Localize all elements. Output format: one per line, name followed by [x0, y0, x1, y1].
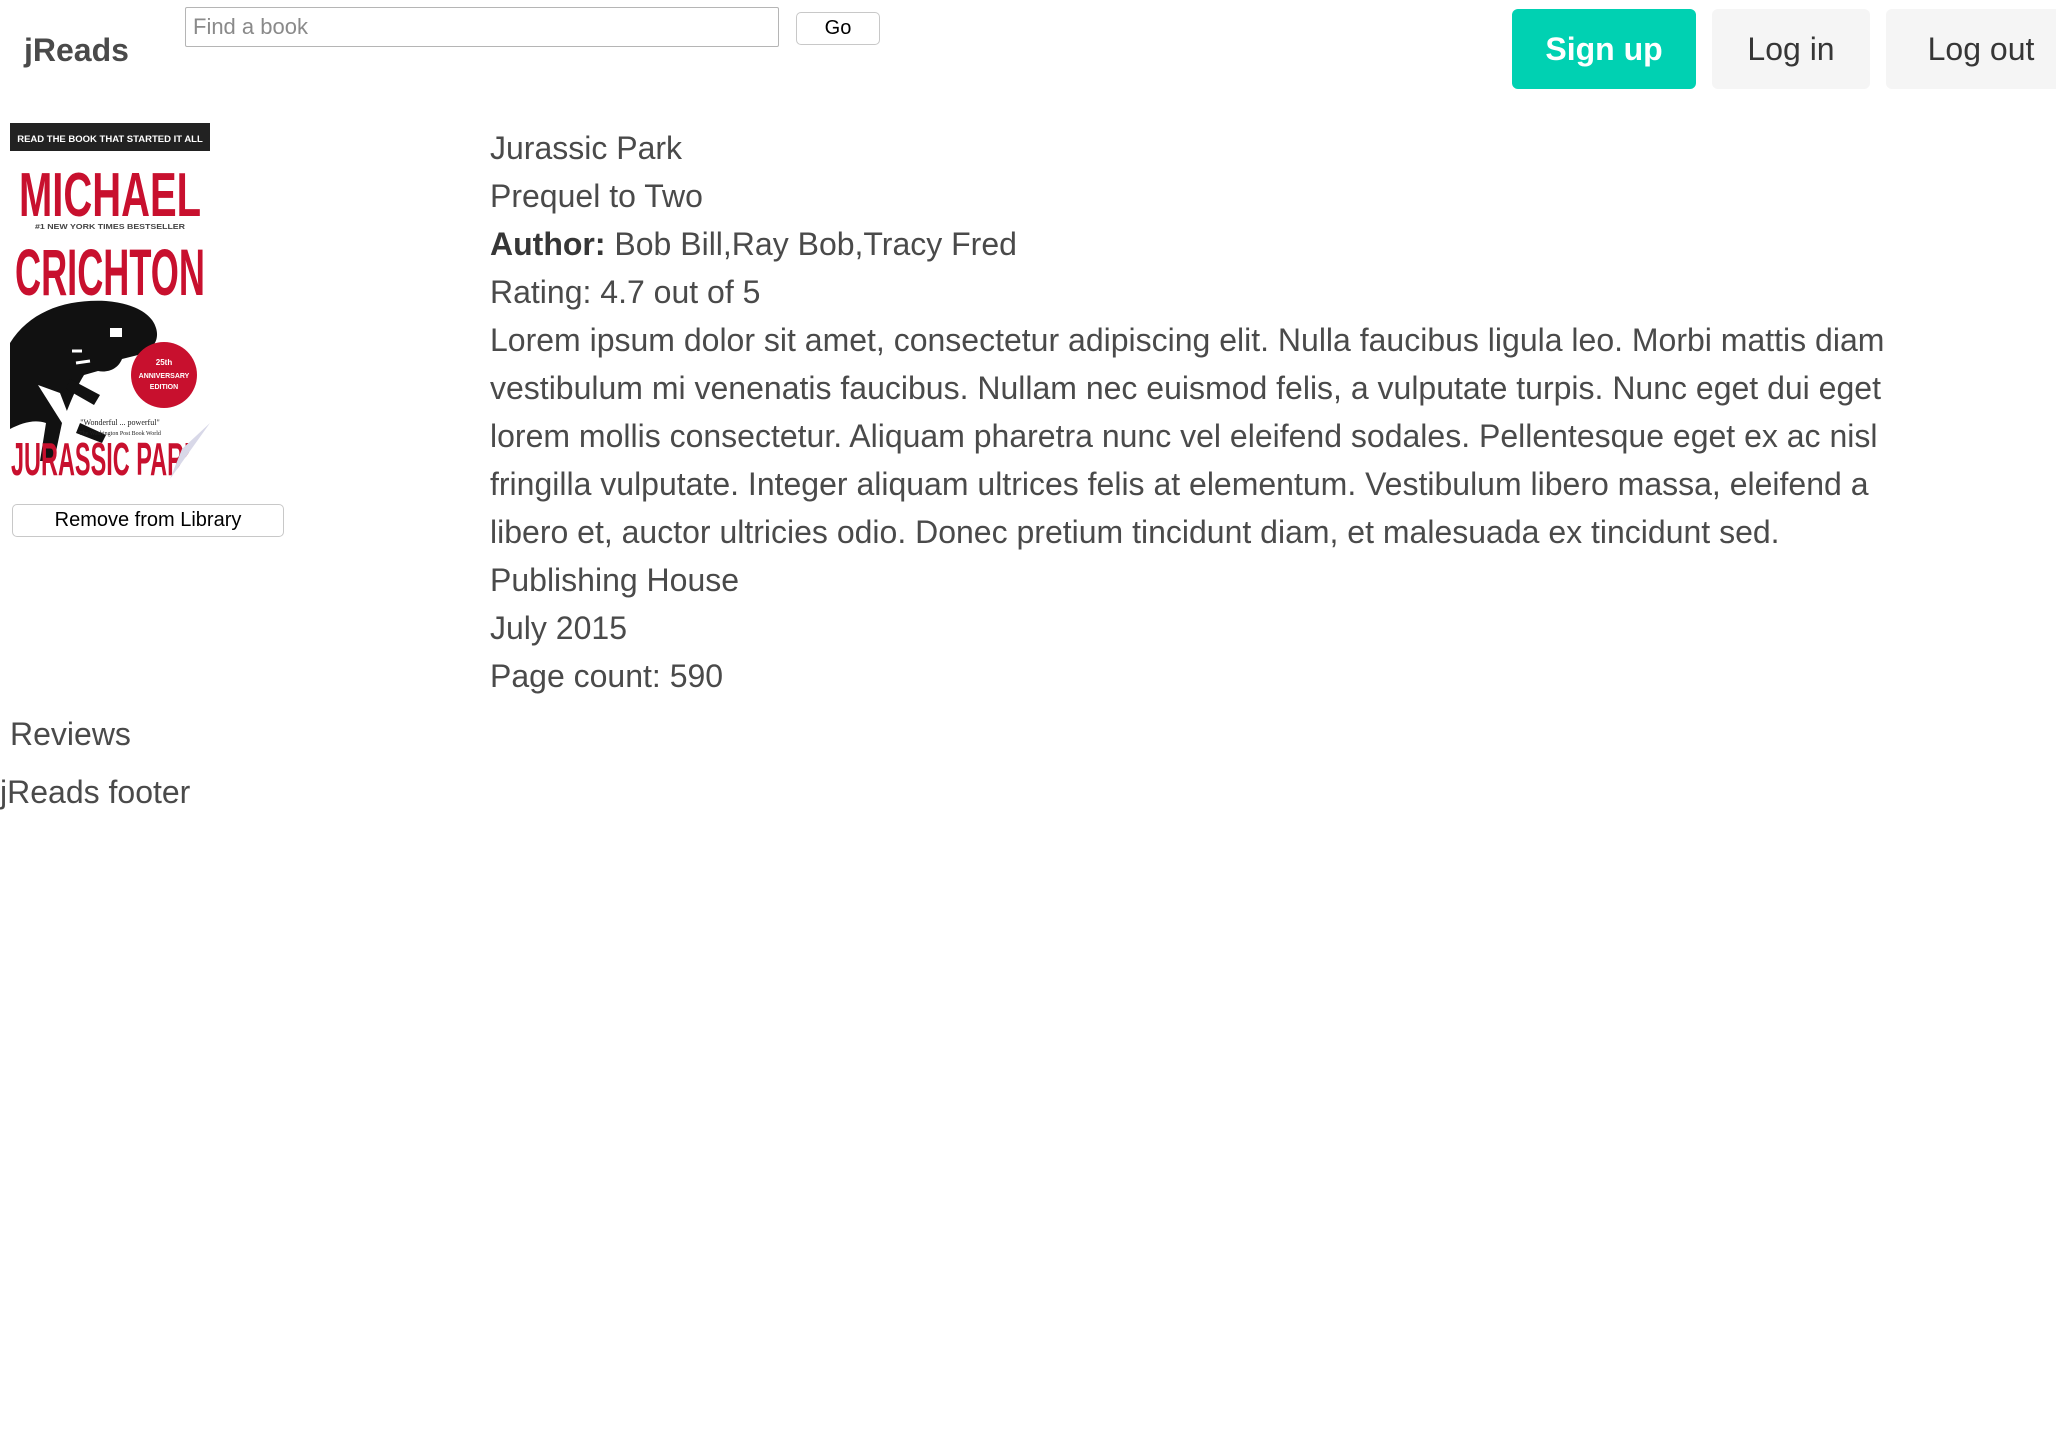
author-names: Bob Bill,Ray Bob,Tracy Fred [605, 226, 1017, 262]
remove-from-library-button[interactable]: Remove from Library [12, 504, 284, 537]
svg-text:MICHAEL: MICHAEL [19, 161, 201, 230]
book-published-date: July 2015 [490, 610, 627, 646]
page: jReads Go Sign up Log in Log out READ TH… [0, 0, 2056, 1438]
svg-text:#1 NEW YORK TIMES BESTSELLER: #1 NEW YORK TIMES BESTSELLER [35, 224, 185, 231]
book-cover-image: READ THE BOOK THAT STARTED IT ALL MICHAE… [10, 123, 210, 479]
go-button[interactable]: Go [796, 12, 880, 45]
footer: jReads footer [0, 774, 191, 810]
book-page-count: Page count: 590 [490, 658, 724, 694]
book-authors: Author: Bob Bill,Ray Bob,Tracy Fred [490, 220, 1950, 268]
book-subtitle: Prequel to Two [490, 178, 703, 214]
svg-text:JURASSIC PARK: JURASSIC PARK [11, 433, 201, 479]
reviews-heading: Reviews [10, 716, 131, 752]
logout-button[interactable]: Log out [1886, 9, 2056, 89]
login-button[interactable]: Log in [1712, 9, 1870, 89]
book-rating: Rating: 4.7 out of 5 [490, 274, 761, 310]
svg-text:25th: 25th [156, 358, 173, 367]
brand-logo[interactable]: jReads [24, 30, 129, 70]
author-label: Author: [490, 226, 606, 262]
svg-text:EDITION: EDITION [150, 384, 178, 391]
book-title: Jurassic Park [490, 130, 683, 166]
book-description: Lorem ipsum dolor sit amet, consectetur … [490, 322, 1885, 550]
svg-text:ANNIVERSARY: ANNIVERSARY [139, 373, 190, 380]
svg-text:"Wonderful ... powerful": "Wonderful ... powerful" [80, 418, 159, 427]
book-publisher: Publishing House [490, 562, 740, 598]
cover-banner-text: READ THE BOOK THAT STARTED IT ALL [17, 134, 203, 145]
svg-text:CRICHTON: CRICHTON [15, 235, 205, 309]
book-details: Jurassic Park Prequel to Two Author: Bob… [490, 124, 1950, 700]
signup-button[interactable]: Sign up [1512, 9, 1696, 89]
search-input[interactable] [185, 7, 779, 47]
